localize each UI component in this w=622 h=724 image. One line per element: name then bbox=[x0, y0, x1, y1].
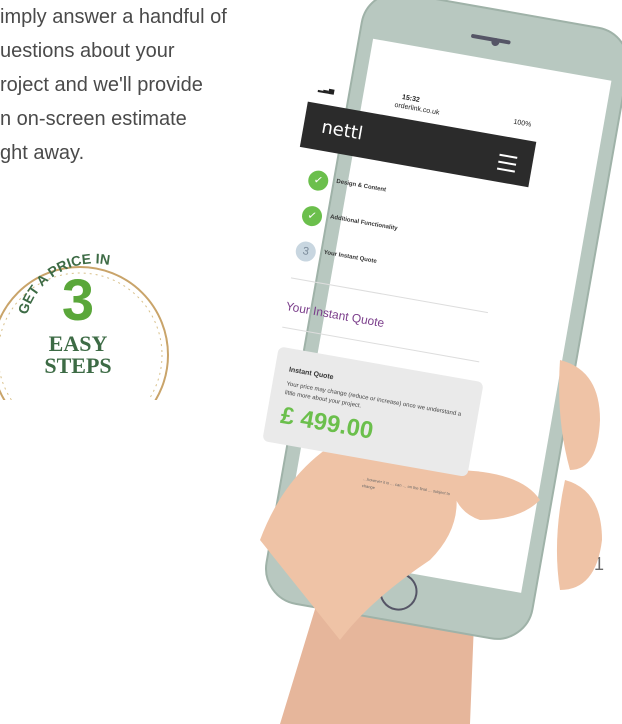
step-item: ✓ Additional Functionality bbox=[299, 204, 398, 235]
step-label: Design & Content bbox=[335, 178, 387, 194]
check-icon: ✓ bbox=[306, 169, 330, 193]
check-icon: ✓ bbox=[300, 204, 324, 228]
step-list: ✓ Design & Content ✓ Additional Function… bbox=[291, 169, 398, 275]
badge-number: 3 bbox=[62, 268, 94, 333]
badge-line2: STEPS bbox=[44, 353, 111, 378]
signal-icon: ▂▃▅ bbox=[317, 85, 335, 95]
brand-logo[interactable]: nettl bbox=[320, 117, 365, 145]
quote-card: Instant Quote Your price may change (red… bbox=[262, 346, 484, 477]
quote-title: Your Instant Quote bbox=[284, 299, 386, 331]
step-number-badge: 3 bbox=[294, 239, 318, 264]
step-label: Additional Functionality bbox=[329, 214, 398, 233]
fine-print: …however it is … can … on the final … su… bbox=[361, 476, 451, 497]
step-item: ✓ Design & Content bbox=[305, 169, 386, 199]
step-item: 3 Your Instant Quote bbox=[292, 239, 377, 270]
battery-label: 100% bbox=[512, 118, 532, 129]
menu-icon[interactable] bbox=[496, 153, 518, 173]
step-label: Your Instant Quote bbox=[323, 249, 378, 265]
browser-url[interactable]: orderlink.co.uk bbox=[394, 102, 440, 117]
price-badge: GET A PRICE IN 3 EASY STEPS bbox=[0, 215, 175, 400]
quote-card-title: Instant Quote bbox=[288, 366, 335, 382]
